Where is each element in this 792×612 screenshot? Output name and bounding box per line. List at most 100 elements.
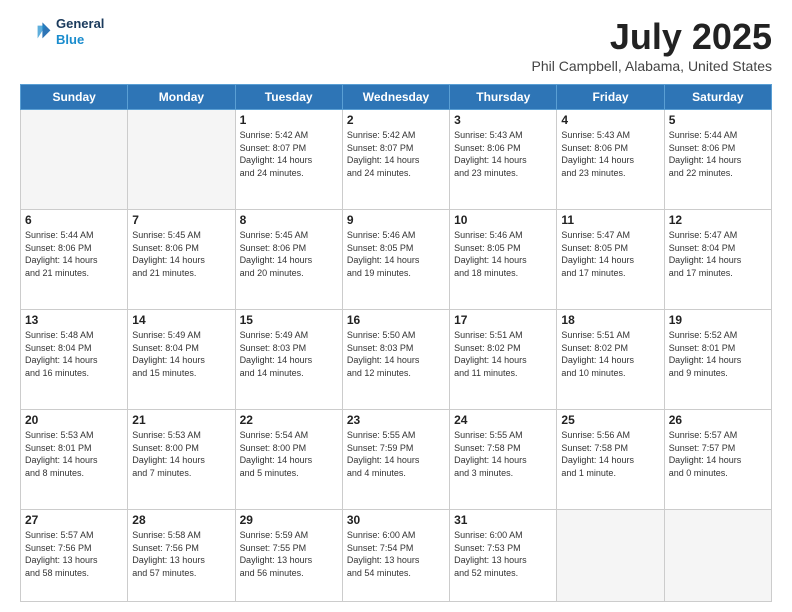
day-number: 19 <box>669 313 767 327</box>
table-row: 1 Sunrise: 5:42 AM Sunset: 8:07 PM Daylig… <box>235 110 342 210</box>
table-row: 8 Sunrise: 5:45 AM Sunset: 8:06 PM Daylig… <box>235 210 342 310</box>
day-info: Sunrise: 5:42 AM Sunset: 8:07 PM Dayligh… <box>347 129 445 179</box>
day-info: Sunrise: 5:46 AM Sunset: 8:05 PM Dayligh… <box>347 229 445 279</box>
table-row: 21 Sunrise: 5:53 AM Sunset: 8:00 PM Dayli… <box>128 410 235 510</box>
day-info: Sunrise: 5:45 AM Sunset: 8:06 PM Dayligh… <box>132 229 230 279</box>
table-row: 4 Sunrise: 5:43 AM Sunset: 8:06 PM Daylig… <box>557 110 664 210</box>
day-info: Sunrise: 5:51 AM Sunset: 8:02 PM Dayligh… <box>561 329 659 379</box>
logo-icon <box>20 16 52 48</box>
location: Phil Campbell, Alabama, United States <box>532 58 772 74</box>
day-info: Sunrise: 5:48 AM Sunset: 8:04 PM Dayligh… <box>25 329 123 379</box>
day-number: 10 <box>454 213 552 227</box>
table-row: 16 Sunrise: 5:50 AM Sunset: 8:03 PM Dayli… <box>342 310 449 410</box>
day-number: 28 <box>132 513 230 527</box>
day-info: Sunrise: 5:52 AM Sunset: 8:01 PM Dayligh… <box>669 329 767 379</box>
table-row <box>21 110 128 210</box>
day-number: 31 <box>454 513 552 527</box>
table-row <box>128 110 235 210</box>
day-number: 22 <box>240 413 338 427</box>
calendar-table: Sunday Monday Tuesday Wednesday Thursday… <box>20 84 772 602</box>
table-row: 11 Sunrise: 5:47 AM Sunset: 8:05 PM Dayli… <box>557 210 664 310</box>
table-row: 28 Sunrise: 5:58 AM Sunset: 7:56 PM Dayli… <box>128 510 235 602</box>
day-number: 8 <box>240 213 338 227</box>
day-number: 30 <box>347 513 445 527</box>
title-section: July 2025 Phil Campbell, Alabama, United… <box>532 16 772 74</box>
day-info: Sunrise: 5:50 AM Sunset: 8:03 PM Dayligh… <box>347 329 445 379</box>
table-row: 27 Sunrise: 5:57 AM Sunset: 7:56 PM Dayli… <box>21 510 128 602</box>
table-row: 31Sunrise: 6:00 AM Sunset: 7:53 PM Dayli… <box>450 510 557 602</box>
day-info: Sunrise: 5:44 AM Sunset: 8:06 PM Dayligh… <box>25 229 123 279</box>
table-row: 24Sunrise: 5:55 AM Sunset: 7:58 PM Dayli… <box>450 410 557 510</box>
table-row: 2Sunrise: 5:42 AM Sunset: 8:07 PM Daylig… <box>342 110 449 210</box>
day-number: 15 <box>240 313 338 327</box>
logo-text: General Blue <box>56 16 104 47</box>
day-info: Sunrise: 5:49 AM Sunset: 8:03 PM Dayligh… <box>240 329 338 379</box>
day-info: Sunrise: 6:00 AM Sunset: 7:54 PM Dayligh… <box>347 529 445 579</box>
day-info: Sunrise: 5:45 AM Sunset: 8:06 PM Dayligh… <box>240 229 338 279</box>
day-info: Sunrise: 5:43 AM Sunset: 8:06 PM Dayligh… <box>454 129 552 179</box>
day-number: 3 <box>454 113 552 127</box>
table-row: 6 Sunrise: 5:44 AM Sunset: 8:06 PM Daylig… <box>21 210 128 310</box>
day-info: Sunrise: 5:58 AM Sunset: 7:56 PM Dayligh… <box>132 529 230 579</box>
day-number: 5 <box>669 113 767 127</box>
day-number: 4 <box>561 113 659 127</box>
day-number: 1 <box>240 113 338 127</box>
table-row: 17Sunrise: 5:51 AM Sunset: 8:02 PM Dayli… <box>450 310 557 410</box>
table-row: 14 Sunrise: 5:49 AM Sunset: 8:04 PM Dayli… <box>128 310 235 410</box>
table-row: 25 Sunrise: 5:56 AM Sunset: 7:58 PM Dayli… <box>557 410 664 510</box>
table-row: 5 Sunrise: 5:44 AM Sunset: 8:06 PM Daylig… <box>664 110 771 210</box>
header: General Blue July 2025 Phil Campbell, Al… <box>20 16 772 74</box>
day-number: 21 <box>132 413 230 427</box>
day-number: 25 <box>561 413 659 427</box>
day-info: Sunrise: 5:49 AM Sunset: 8:04 PM Dayligh… <box>132 329 230 379</box>
table-row: 19 Sunrise: 5:52 AM Sunset: 8:01 PM Dayli… <box>664 310 771 410</box>
day-info: Sunrise: 5:51 AM Sunset: 8:02 PM Dayligh… <box>454 329 552 379</box>
day-info: Sunrise: 5:57 AM Sunset: 7:57 PM Dayligh… <box>669 429 767 479</box>
day-number: 23 <box>347 413 445 427</box>
table-row: 22 Sunrise: 5:54 AM Sunset: 8:00 PM Dayli… <box>235 410 342 510</box>
table-row: 23 Sunrise: 5:55 AM Sunset: 7:59 PM Dayli… <box>342 410 449 510</box>
day-info: Sunrise: 5:59 AM Sunset: 7:55 PM Dayligh… <box>240 529 338 579</box>
day-number: 12 <box>669 213 767 227</box>
day-number: 18 <box>561 313 659 327</box>
day-info: Sunrise: 5:47 AM Sunset: 8:05 PM Dayligh… <box>561 229 659 279</box>
table-row: 10 Sunrise: 5:46 AM Sunset: 8:05 PM Dayli… <box>450 210 557 310</box>
table-row: 13 Sunrise: 5:48 AM Sunset: 8:04 PM Dayli… <box>21 310 128 410</box>
day-number: 27 <box>25 513 123 527</box>
table-row <box>664 510 771 602</box>
day-info: Sunrise: 5:57 AM Sunset: 7:56 PM Dayligh… <box>25 529 123 579</box>
table-row: 9Sunrise: 5:46 AM Sunset: 8:05 PM Daylig… <box>342 210 449 310</box>
day-info: Sunrise: 5:56 AM Sunset: 7:58 PM Dayligh… <box>561 429 659 479</box>
day-number: 26 <box>669 413 767 427</box>
day-number: 11 <box>561 213 659 227</box>
col-saturday: Saturday <box>664 85 771 110</box>
day-info: Sunrise: 5:54 AM Sunset: 8:00 PM Dayligh… <box>240 429 338 479</box>
day-number: 16 <box>347 313 445 327</box>
day-number: 20 <box>25 413 123 427</box>
col-thursday: Thursday <box>450 85 557 110</box>
day-info: Sunrise: 5:53 AM Sunset: 8:01 PM Dayligh… <box>25 429 123 479</box>
day-info: Sunrise: 5:43 AM Sunset: 8:06 PM Dayligh… <box>561 129 659 179</box>
day-number: 6 <box>25 213 123 227</box>
day-info: Sunrise: 5:55 AM Sunset: 7:58 PM Dayligh… <box>454 429 552 479</box>
table-row: 7Sunrise: 5:45 AM Sunset: 8:06 PM Daylig… <box>128 210 235 310</box>
day-info: Sunrise: 5:53 AM Sunset: 8:00 PM Dayligh… <box>132 429 230 479</box>
table-row <box>557 510 664 602</box>
table-row: 15 Sunrise: 5:49 AM Sunset: 8:03 PM Dayli… <box>235 310 342 410</box>
day-number: 13 <box>25 313 123 327</box>
table-row: 20 Sunrise: 5:53 AM Sunset: 8:01 PM Dayli… <box>21 410 128 510</box>
day-number: 14 <box>132 313 230 327</box>
table-row: 29 Sunrise: 5:59 AM Sunset: 7:55 PM Dayli… <box>235 510 342 602</box>
col-wednesday: Wednesday <box>342 85 449 110</box>
month-year: July 2025 <box>532 16 772 58</box>
day-info: Sunrise: 5:46 AM Sunset: 8:05 PM Dayligh… <box>454 229 552 279</box>
day-info: Sunrise: 5:44 AM Sunset: 8:06 PM Dayligh… <box>669 129 767 179</box>
calendar-header-row: Sunday Monday Tuesday Wednesday Thursday… <box>21 85 772 110</box>
day-number: 29 <box>240 513 338 527</box>
table-row: 18 Sunrise: 5:51 AM Sunset: 8:02 PM Dayli… <box>557 310 664 410</box>
day-info: Sunrise: 5:42 AM Sunset: 8:07 PM Dayligh… <box>240 129 338 179</box>
table-row: 30 Sunrise: 6:00 AM Sunset: 7:54 PM Dayli… <box>342 510 449 602</box>
day-info: Sunrise: 5:55 AM Sunset: 7:59 PM Dayligh… <box>347 429 445 479</box>
day-info: Sunrise: 5:47 AM Sunset: 8:04 PM Dayligh… <box>669 229 767 279</box>
col-tuesday: Tuesday <box>235 85 342 110</box>
